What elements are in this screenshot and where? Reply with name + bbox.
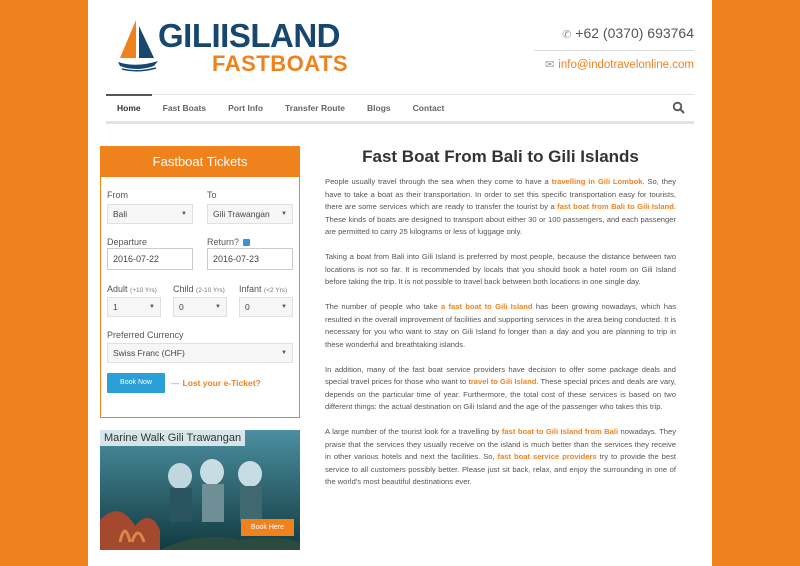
infant-label: Infant bbox=[239, 284, 262, 294]
child-label: Child bbox=[173, 284, 194, 294]
site-logo[interactable]: GILIISLAND FASTBOATS bbox=[116, 14, 386, 76]
from-value: Bali bbox=[113, 209, 128, 219]
logo-title: GILIISLAND bbox=[158, 17, 341, 54]
promo-title: Marine Walk Gili Trawangan bbox=[100, 430, 246, 446]
phone-number[interactable]: +62 (0370) 693764 bbox=[575, 25, 694, 41]
adult-note: (+10 Yrs) bbox=[130, 287, 157, 294]
marine-walk-promo[interactable]: Marine Walk Gili Trawangan Book Here bbox=[100, 430, 300, 550]
adult-label-row: Adult (+10 Yrs) bbox=[107, 284, 157, 294]
chevron-down-icon: ▼ bbox=[181, 211, 187, 217]
book-now-button[interactable]: Book Now bbox=[107, 373, 165, 393]
link-fast-boat-service-providers[interactable]: fast boat service providers bbox=[498, 452, 597, 461]
booking-title: Fastboat Tickets bbox=[101, 147, 299, 177]
lost-ticket-link[interactable]: Lost your e-Ticket? bbox=[183, 378, 261, 388]
article-paragraph: People usually travel through the sea wh… bbox=[325, 176, 676, 239]
email-row: ✉ info@indotravelonline.com bbox=[534, 57, 694, 73]
adult-label: Adult bbox=[107, 284, 128, 294]
return-date-input[interactable]: 2016-07-23 bbox=[207, 248, 293, 270]
return-label: Return? bbox=[207, 237, 240, 247]
email-link[interactable]: info@indotravelonline.com bbox=[558, 59, 694, 71]
departure-label: Departure bbox=[107, 237, 148, 247]
lost-dash: — bbox=[171, 378, 180, 388]
infant-note: (<2 Yrs) bbox=[264, 287, 288, 294]
currency-label: Preferred Currency bbox=[107, 330, 184, 340]
adult-value: 1 bbox=[113, 302, 118, 312]
nav-item-contact[interactable]: Contact bbox=[402, 95, 456, 121]
currency-select[interactable]: Swiss Franc (CHF) ▼ bbox=[107, 343, 293, 363]
from-label: From bbox=[107, 190, 128, 200]
article-paragraph: The number of people who take a fast boa… bbox=[325, 301, 676, 351]
child-label-row: Child (2-10 Yrs) bbox=[173, 284, 225, 294]
departure-date-input[interactable]: 2016-07-22 bbox=[107, 248, 193, 270]
nav-item-port-info[interactable]: Port Info bbox=[217, 95, 274, 121]
to-select[interactable]: Gili Trawangan ▼ bbox=[207, 204, 293, 224]
page-container: GILIISLAND FASTBOATS ✆ +62 (0370) 693764 … bbox=[88, 0, 712, 566]
text-span: People usually travel through the sea wh… bbox=[325, 177, 552, 186]
article-paragraph: A large number of the tourist look for a… bbox=[325, 426, 676, 489]
link-fast-boat-bali-gili[interactable]: fast boat from Bali to Gili Island bbox=[557, 202, 674, 211]
nav-item-transfer-route[interactable]: Transfer Route bbox=[274, 95, 356, 121]
chevron-down-icon: ▼ bbox=[149, 304, 155, 310]
link-fast-boat-gili[interactable]: a fast boat to Gili Island bbox=[441, 302, 533, 311]
to-label: To bbox=[207, 190, 217, 200]
child-value: 0 bbox=[179, 302, 184, 312]
link-travelling-gili-lombok[interactable]: travelling in Gili Lombok bbox=[552, 177, 643, 186]
search-icon[interactable] bbox=[672, 101, 686, 115]
currency-value: Swiss Franc (CHF) bbox=[113, 348, 185, 358]
link-fast-boat-gili-from-bali[interactable]: fast boat to Gili Island from Bali bbox=[502, 427, 618, 436]
chevron-down-icon: ▼ bbox=[281, 350, 287, 356]
to-value: Gili Trawangan bbox=[213, 209, 270, 219]
text-span: A large number of the tourist look for a… bbox=[325, 427, 502, 436]
article: Fast Boat From Bali to Gili Islands Peop… bbox=[325, 146, 676, 501]
nav-item-home[interactable]: Home bbox=[106, 94, 152, 121]
lost-ticket-row: — Lost your e-Ticket? bbox=[171, 378, 261, 388]
child-select[interactable]: 0 ▼ bbox=[173, 297, 227, 317]
child-note: (2-10 Yrs) bbox=[196, 287, 225, 294]
nav-item-fast-boats[interactable]: Fast Boats bbox=[152, 95, 217, 121]
article-title: Fast Boat From Bali to Gili Islands bbox=[362, 147, 639, 166]
phone-row: ✆ +62 (0370) 693764 bbox=[534, 24, 694, 51]
sailboat-icon bbox=[118, 20, 158, 72]
infant-select[interactable]: 0 ▼ bbox=[239, 297, 293, 317]
chevron-down-icon: ▼ bbox=[215, 304, 221, 310]
envelope-icon: ✉ bbox=[545, 59, 555, 71]
article-paragraph: In addition, many of the fast boat servi… bbox=[325, 364, 676, 414]
booking-form: Fastboat Tickets From Bali ▼ To Gili Tra… bbox=[100, 146, 300, 418]
main-nav: Home Fast Boats Port Info Transfer Route… bbox=[106, 94, 694, 124]
link-travel-gili[interactable]: travel to Gili Island bbox=[468, 377, 536, 386]
infant-label-row: Infant (<2 Yrs) bbox=[239, 284, 287, 294]
infant-value: 0 bbox=[245, 302, 250, 312]
chevron-down-icon: ▼ bbox=[281, 304, 287, 310]
header-contact: ✆ +62 (0370) 693764 ✉ info@indotravelonlin… bbox=[534, 24, 694, 73]
adult-select[interactable]: 1 ▼ bbox=[107, 297, 161, 317]
article-paragraph: Taking a boat from Bali into Gili Island… bbox=[325, 252, 676, 286]
from-select[interactable]: Bali ▼ bbox=[107, 204, 193, 224]
return-checkbox[interactable] bbox=[243, 239, 251, 246]
chevron-down-icon: ▼ bbox=[281, 211, 287, 217]
text-span: The number of people who take bbox=[325, 302, 441, 311]
return-label-row: Return? bbox=[207, 237, 251, 247]
logo-subtitle: FASTBOATS bbox=[212, 51, 349, 76]
book-here-button[interactable]: Book Here bbox=[240, 519, 294, 536]
phone-icon: ✆ bbox=[562, 29, 572, 41]
nav-item-blogs[interactable]: Blogs bbox=[356, 95, 402, 121]
